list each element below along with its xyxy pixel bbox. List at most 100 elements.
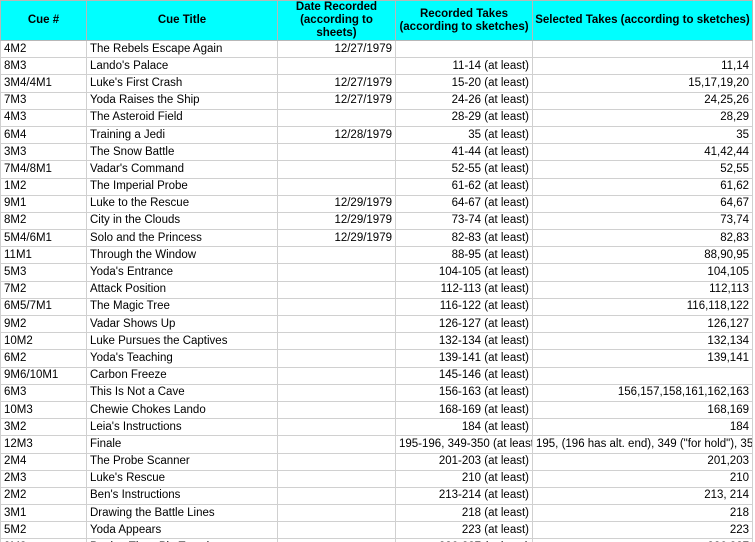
cell-cue-title[interactable]: Through the Window xyxy=(86,246,278,265)
cell-recorded-takes[interactable]: 24-26 (at least) xyxy=(395,91,533,110)
cell-date-recorded[interactable]: 12/29/1979 xyxy=(277,229,396,248)
cell-date-recorded[interactable]: 12/29/1979 xyxy=(277,194,396,213)
cell-recorded-takes[interactable]: 145-146 (at least) xyxy=(395,366,533,385)
cell-cue-number[interactable]: 5M4/6M1 xyxy=(0,229,87,248)
cell-selected-takes[interactable]: 195, (196 has alt. end), 349 ("for hold"… xyxy=(532,435,753,454)
cell-date-recorded[interactable] xyxy=(277,246,396,265)
cell-recorded-takes[interactable]: 28-29 (at least) xyxy=(395,108,533,127)
cell-recorded-takes[interactable]: 116-122 (at least) xyxy=(395,297,533,317)
cell-date-recorded[interactable]: 12/27/1979 xyxy=(277,74,396,93)
cell-recorded-takes[interactable]: 223 (at least) xyxy=(395,521,533,540)
cell-cue-title[interactable]: Carbon Freeze xyxy=(86,366,278,385)
cell-recorded-takes[interactable]: 88-95 (at least) xyxy=(395,246,533,265)
cell-recorded-takes[interactable]: 41-44 (at least) xyxy=(395,143,533,162)
header-selected-takes[interactable]: Selected Takes (according to sketches) xyxy=(532,0,753,41)
cell-date-recorded[interactable] xyxy=(277,504,396,523)
cell-date-recorded[interactable] xyxy=(277,143,396,162)
cell-selected-takes[interactable]: 184 xyxy=(532,418,753,437)
cell-cue-title[interactable]: The Magic Tree xyxy=(86,297,278,317)
cell-cue-number[interactable]: 9M1 xyxy=(0,194,87,213)
cell-recorded-takes[interactable]: 139-141 (at least) xyxy=(395,349,533,368)
cell-selected-takes[interactable]: 61,62 xyxy=(532,177,753,196)
cell-recorded-takes[interactable]: 184 (at least) xyxy=(395,418,533,437)
cell-date-recorded[interactable] xyxy=(277,314,396,334)
cell-cue-number[interactable]: 7M2 xyxy=(0,280,87,299)
cell-selected-takes[interactable]: 11,14 xyxy=(532,57,753,76)
cell-selected-takes[interactable]: 88,90,95 xyxy=(532,246,753,265)
cell-selected-takes[interactable]: 35 xyxy=(532,125,753,145)
cell-date-recorded[interactable] xyxy=(277,160,396,179)
cell-cue-number[interactable]: 4M3 xyxy=(0,108,87,127)
cell-recorded-takes[interactable]: 64-67 (at least) xyxy=(395,194,533,213)
cell-cue-number[interactable]: 11M1 xyxy=(0,246,87,265)
header-recorded-takes[interactable]: Recorded Takes (according to sketches) xyxy=(395,0,533,41)
cell-recorded-takes[interactable]: 195-196, 349-350 (at least) xyxy=(395,435,533,454)
cell-cue-title[interactable]: Luke to the Rescue xyxy=(86,194,278,213)
cell-date-recorded[interactable] xyxy=(277,366,396,385)
cell-cue-number[interactable]: 6M4 xyxy=(0,125,87,145)
cell-cue-title[interactable]: Ben's Instructions xyxy=(86,486,278,506)
cell-date-recorded[interactable]: 12/27/1979 xyxy=(277,39,396,59)
cell-selected-takes[interactable]: 139,141 xyxy=(532,349,753,368)
cell-selected-takes[interactable]: 24,25,26 xyxy=(532,91,753,110)
cell-selected-takes[interactable]: 112,113 xyxy=(532,280,753,299)
cell-date-recorded[interactable] xyxy=(277,57,396,76)
header-date-recorded[interactable]: Date Recorded (according to sheets) xyxy=(277,0,396,41)
cell-date-recorded[interactable]: 12/28/1979 xyxy=(277,125,396,145)
cell-cue-number[interactable]: 2M4 xyxy=(0,452,87,471)
cell-selected-takes[interactable]: 132,134 xyxy=(532,332,753,351)
cell-selected-takes[interactable]: 28,29 xyxy=(532,108,753,127)
cell-cue-title[interactable]: Solo and the Princess xyxy=(86,229,278,248)
cell-cue-number[interactable]: 3M1 xyxy=(0,504,87,523)
cell-date-recorded[interactable] xyxy=(277,521,396,540)
cell-cue-number[interactable]: 9M2 xyxy=(0,314,87,334)
cell-cue-number[interactable]: 2M3 xyxy=(0,469,87,488)
cell-selected-takes[interactable]: 41,42,44 xyxy=(532,143,753,162)
cell-cue-number[interactable]: 1M2 xyxy=(0,177,87,196)
cell-recorded-takes[interactable]: 213-214 (at least) xyxy=(395,486,533,506)
cell-cue-title[interactable]: The Snow Battle xyxy=(86,143,278,162)
cell-cue-number[interactable]: 7M4/8M1 xyxy=(0,160,87,179)
cell-selected-takes[interactable]: 64,67 xyxy=(532,194,753,213)
cell-date-recorded[interactable] xyxy=(277,280,396,299)
cell-date-recorded[interactable] xyxy=(277,349,396,368)
header-cue-title[interactable]: Cue Title xyxy=(86,0,278,41)
cell-cue-title[interactable]: The Probe Scanner xyxy=(86,452,278,471)
cell-recorded-takes[interactable]: 82-83 (at least) xyxy=(395,229,533,248)
cell-date-recorded[interactable]: 12/29/1979 xyxy=(277,211,396,231)
cell-recorded-takes[interactable]: 112-113 (at least) xyxy=(395,280,533,299)
cell-cue-title[interactable]: Leia's Instructions xyxy=(86,418,278,437)
cell-cue-title[interactable]: Finale xyxy=(86,435,278,454)
cell-selected-takes[interactable]: 223 xyxy=(532,521,753,540)
cell-cue-number[interactable]: 10M2 xyxy=(0,332,87,351)
cell-date-recorded[interactable] xyxy=(277,297,396,317)
cell-recorded-takes[interactable] xyxy=(395,39,533,59)
cell-recorded-takes[interactable]: 11-14 (at least) xyxy=(395,57,533,76)
cell-cue-number[interactable]: 8M2 xyxy=(0,211,87,231)
cell-cue-title[interactable]: City in the Clouds xyxy=(86,211,278,231)
cell-date-recorded[interactable] xyxy=(277,177,396,196)
cell-date-recorded[interactable] xyxy=(277,108,396,127)
cell-date-recorded[interactable] xyxy=(277,452,396,471)
cell-selected-takes[interactable]: 52,55 xyxy=(532,160,753,179)
cell-selected-takes[interactable]: 15,17,19,20 xyxy=(532,74,753,93)
cell-selected-takes[interactable]: 156,157,158,161,162,163 xyxy=(532,383,753,402)
cell-cue-number[interactable]: 7M3 xyxy=(0,91,87,110)
cell-selected-takes[interactable]: 210 xyxy=(532,469,753,488)
cell-date-recorded[interactable] xyxy=(277,418,396,437)
cell-recorded-takes[interactable]: 168-169 (at least) xyxy=(395,400,533,420)
cell-cue-title[interactable]: Yoda Raises the Ship xyxy=(86,91,278,110)
cell-cue-title[interactable]: Lando's Palace xyxy=(86,57,278,76)
cell-recorded-takes[interactable]: 218 (at least) xyxy=(395,504,533,523)
cell-date-recorded[interactable] xyxy=(277,400,396,420)
cell-selected-takes[interactable] xyxy=(532,39,753,59)
cell-date-recorded[interactable] xyxy=(277,332,396,351)
cell-cue-number[interactable]: 4M2 xyxy=(0,39,87,59)
cell-selected-takes[interactable]: 218 xyxy=(532,504,753,523)
cell-cue-number[interactable]: 9M6/10M1 xyxy=(0,366,87,385)
cell-cue-title[interactable]: Luke's Rescue xyxy=(86,469,278,488)
cell-cue-title[interactable]: The Rebels Escape Again xyxy=(86,39,278,59)
cell-cue-title[interactable]: Attack Position xyxy=(86,280,278,299)
cell-cue-title[interactable]: Chewie Chokes Lando xyxy=(86,400,278,420)
cell-cue-number[interactable]: 2M2 xyxy=(0,486,87,506)
